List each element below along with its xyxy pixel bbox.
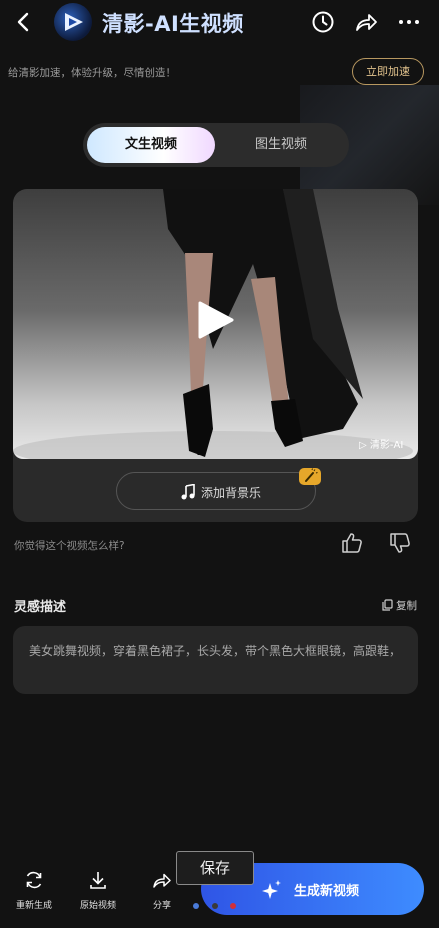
page-dot [230,903,236,909]
sparkle-icon [262,880,281,899]
video-player[interactable]: ▷ 清影-AI [13,189,418,459]
copy-icon [382,599,393,611]
play-icon[interactable] [196,301,234,339]
prompt-description: 美女跳舞视频，穿着黑色裙子，长头发，带个黑色大框眼镜，高跟鞋， [29,644,402,658]
app-logo [54,3,92,41]
speed-up-button[interactable]: 立即加速 [352,58,424,85]
download-icon [90,872,106,889]
regenerate-button[interactable]: 重新生成 [9,870,59,911]
add-music-label: 添加背景乐 [201,486,262,500]
page-dot [193,903,199,909]
add-music-button[interactable]: 添加背景乐 [116,472,316,510]
app-header: 清影-AI生视频 [0,0,439,44]
clock-icon[interactable] [311,10,335,34]
share-icon [153,873,171,888]
chevron-left-icon[interactable] [10,8,38,36]
promo-text: 给清影加速，体验升级，尽情创造！ [8,67,176,79]
app-title: 清影-AI生视频 [102,12,244,36]
original-video-button[interactable]: 原始视频 [73,870,123,911]
mode-tabs: 文生视频 图生视频 [83,123,349,167]
share-icon[interactable] [354,10,378,34]
refresh-icon [26,871,42,889]
promo-banner: 给清影加速，体验升级，尽情创造！ 立即加速 [0,55,439,91]
prompt-description-box: 美女跳舞视频，穿着黑色裙子，长头发，带个黑色大框眼镜，高跟鞋， [13,626,418,694]
video-watermark: ▷ 清影-AI [359,436,403,451]
feedback-question: 你觉得这个视频怎么样? [14,540,125,552]
share-label: 分享 [152,901,171,911]
watermark-logo-icon: ▷ [359,440,370,451]
watermark-text: 清影-AI [369,440,404,451]
tab-image-to-video[interactable]: 图生视频 [217,127,345,163]
generate-new-video-label: 生成新视频 [294,884,360,899]
video-card: ▷ 清影-AI 添加背景乐 [13,189,418,522]
copy-label: 复制 [396,600,417,612]
original-video-label: 原始视频 [79,901,116,911]
tab-text-to-video[interactable]: 文生视频 [87,127,215,163]
save-popup-button[interactable]: 保存 [176,851,254,885]
more-horizontal-icon[interactable] [397,10,421,34]
thumbs-up-icon[interactable] [341,532,363,554]
regenerate-label: 重新生成 [15,901,52,911]
music-note-icon [181,484,195,500]
inspiration-title: 灵感描述 [14,600,67,615]
page-dot [212,903,218,909]
thumbs-down-icon[interactable] [389,532,411,554]
magic-wand-icon [299,468,321,485]
page-indicator [193,902,241,912]
